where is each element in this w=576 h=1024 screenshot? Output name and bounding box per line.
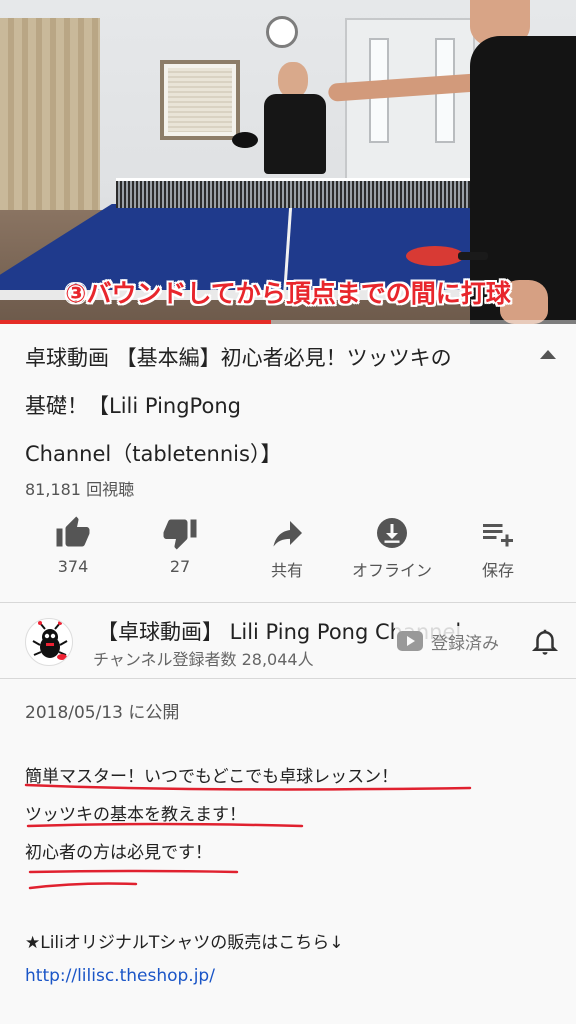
offline-label: オフライン [351,561,432,580]
video-paddle-foreground [406,246,488,266]
video-net [116,178,471,208]
video-player[interactable]: ③バウンドしてから頂点までの間に打球 [0,0,576,324]
video-window [160,60,240,140]
video-door [345,18,475,183]
subscribed-button[interactable]: 登録済み [395,626,499,656]
video-title-line: 基礎！【Lili PingPong [25,394,241,418]
video-caption: ③バウンドしてから頂点までの間に打球 [65,279,511,308]
view-count: 81,181 回視聴 [25,480,135,499]
shop-link[interactable]: http://lilisc.theshop.jp/ [25,966,215,986]
playlist-add-icon [483,524,513,547]
like-count: 374 [57,557,89,576]
description-line: ツッツキの基本を教えます！ [25,805,246,825]
description-line: 簡単マスター！いつでもどこでも卓球レッスン！ [25,767,399,787]
dislike-button[interactable]: 27 [125,515,235,576]
youtube-play-icon [397,631,423,651]
description-line: ★LiliオリジナルTシャツの販売はこちら↓ [25,933,344,953]
video-title-line: 卓球動画 【基本編】初心者必見！ツッツキの [25,346,452,370]
download-icon [377,518,407,548]
video-player-background [260,62,330,182]
divider [0,678,576,679]
video-title[interactable]: 卓球動画 【基本編】初心者必見！ツッツキの 基礎！【Lili PingPong … [25,334,525,478]
divider [0,602,576,603]
thumbs-up-icon [56,516,90,547]
video-wall-clock [266,16,298,48]
video-progress-bar[interactable] [0,320,576,324]
share-icon [273,521,302,547]
video-curtain [0,18,100,228]
bug-mascot-icon [32,621,68,660]
description-line: 初心者の方は必見です！ [25,843,212,863]
video-progress-fill [0,320,271,324]
notification-bell-icon[interactable] [530,624,560,658]
channel-subscriber-count: チャンネル登録者数 28,044人 [93,650,314,669]
video-title-line: Channel（tabletennis）】 [25,442,282,466]
channel-row[interactable]: 【卓球動画】 Lili Ping Pong Channel チャンネル登録者数 … [0,604,576,676]
save-label: 保存 [481,561,514,580]
save-button[interactable]: 保存 [443,515,553,581]
video-paddle-background [232,132,258,148]
collapse-arrow-icon[interactable] [540,350,556,359]
channel-avatar[interactable] [25,618,73,666]
publish-date: 2018/05/13 に公開 [25,703,180,723]
thumbs-down-icon [163,519,197,550]
like-button[interactable]: 374 [18,515,128,576]
offline-button[interactable]: オフライン [337,515,447,581]
share-button[interactable]: 共有 [232,515,342,581]
share-label: 共有 [270,561,303,580]
subscribed-label: 登録済み [431,633,499,654]
dislike-count: 27 [169,557,191,576]
action-row: 374 27 共有 オフライン 保存 [0,515,576,585]
